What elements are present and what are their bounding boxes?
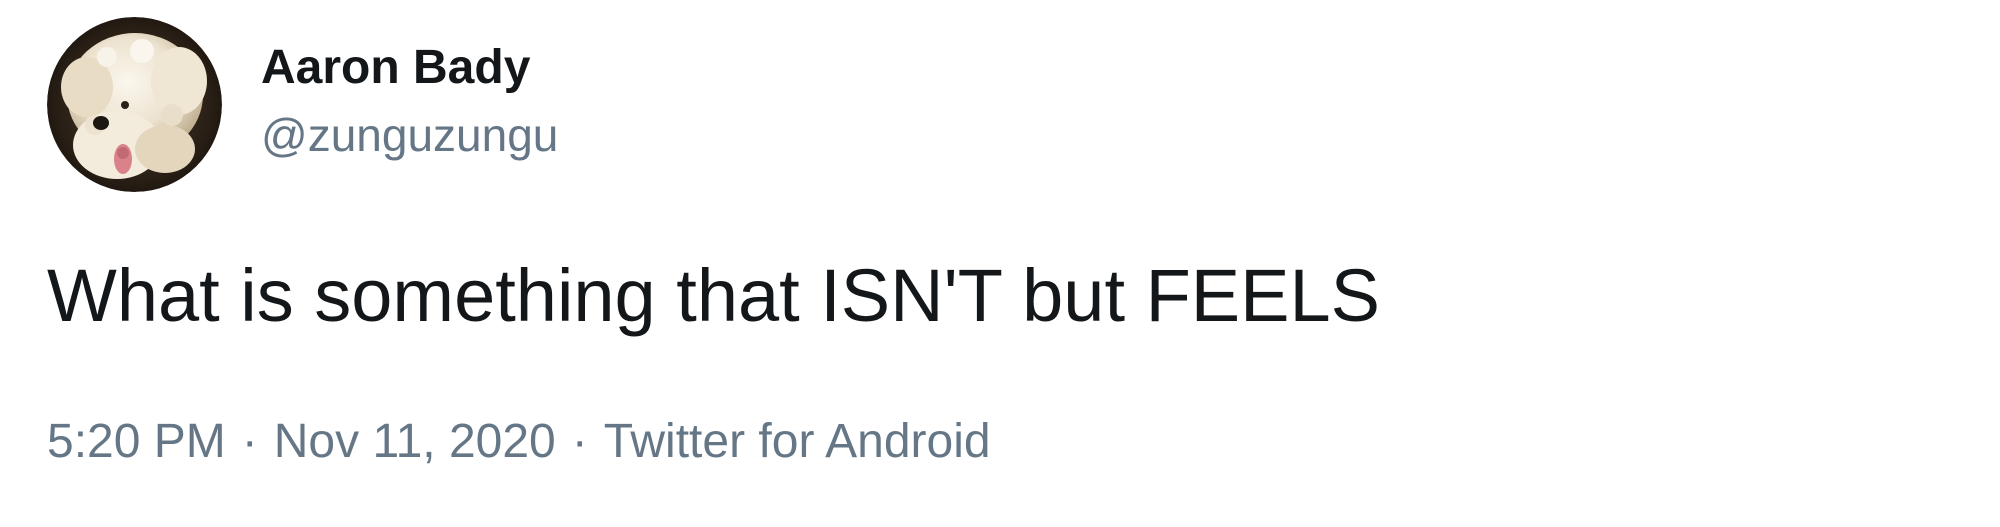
author-info: Aaron Bady @zunguzungu [261, 40, 558, 162]
tweet-date[interactable]: Nov 11, 2020 [274, 415, 556, 468]
author-avatar[interactable] [47, 17, 222, 192]
tweet-time[interactable]: 5:20 PM [47, 415, 226, 468]
tweet-card: Aaron Bady @zunguzungu What is something… [0, 0, 2000, 527]
tweet-text: What is something that ISN'T but FEELS [47, 254, 1381, 337]
author-display-name[interactable]: Aaron Bady [261, 40, 558, 96]
tweet-source[interactable]: Twitter for Android [604, 415, 991, 468]
meta-separator: · [571, 415, 588, 468]
meta-separator: · [241, 415, 258, 468]
tweet-meta: 5:20 PM · Nov 11, 2020 · Twitter for Android [47, 414, 991, 470]
author-handle[interactable]: @zunguzungu [261, 108, 558, 162]
